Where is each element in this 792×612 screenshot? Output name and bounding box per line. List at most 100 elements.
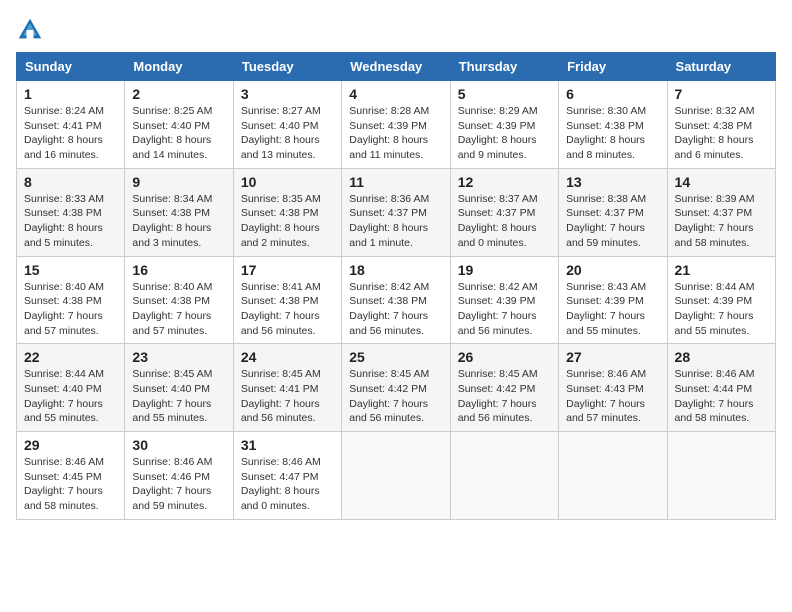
- day-info: Sunrise: 8:46 AMSunset: 4:44 PMDaylight:…: [675, 367, 768, 426]
- day-number: 7: [675, 86, 768, 102]
- day-number: 16: [132, 262, 225, 278]
- calendar-cell: [450, 432, 558, 520]
- day-number: 22: [24, 349, 117, 365]
- calendar-cell: 12 Sunrise: 8:37 AMSunset: 4:37 PMDayligh…: [450, 168, 558, 256]
- day-number: 18: [349, 262, 442, 278]
- day-info: Sunrise: 8:29 AMSunset: 4:39 PMDaylight:…: [458, 104, 551, 163]
- day-number: 26: [458, 349, 551, 365]
- days-of-week-row: SundayMondayTuesdayWednesdayThursdayFrid…: [17, 53, 776, 81]
- day-info: Sunrise: 8:40 AMSunset: 4:38 PMDaylight:…: [132, 280, 225, 339]
- header: [16, 16, 776, 44]
- calendar-cell: [559, 432, 667, 520]
- calendar-cell: 28 Sunrise: 8:46 AMSunset: 4:44 PMDayligh…: [667, 344, 775, 432]
- logo: [16, 16, 48, 44]
- day-info: Sunrise: 8:46 AMSunset: 4:43 PMDaylight:…: [566, 367, 659, 426]
- day-number: 2: [132, 86, 225, 102]
- day-of-week-header: Saturday: [667, 53, 775, 81]
- day-info: Sunrise: 8:42 AMSunset: 4:39 PMDaylight:…: [458, 280, 551, 339]
- day-info: Sunrise: 8:45 AMSunset: 4:42 PMDaylight:…: [458, 367, 551, 426]
- day-number: 11: [349, 174, 442, 190]
- day-info: Sunrise: 8:46 AMSunset: 4:46 PMDaylight:…: [132, 455, 225, 514]
- day-info: Sunrise: 8:24 AMSunset: 4:41 PMDaylight:…: [24, 104, 117, 163]
- day-number: 15: [24, 262, 117, 278]
- day-info: Sunrise: 8:34 AMSunset: 4:38 PMDaylight:…: [132, 192, 225, 251]
- calendar-cell: 21Sunrise: 8:44 AMSunset: 4:39 PMDayligh…: [667, 256, 775, 344]
- day-number: 27: [566, 349, 659, 365]
- day-info: Sunrise: 8:45 AMSunset: 4:41 PMDaylight:…: [241, 367, 334, 426]
- day-number: 3: [241, 86, 334, 102]
- calendar-header: SundayMondayTuesdayWednesdayThursdayFrid…: [17, 53, 776, 81]
- calendar-cell: [342, 432, 450, 520]
- calendar-cell: 17 Sunrise: 8:41 AMSunset: 4:38 PMDayligh…: [233, 256, 341, 344]
- day-number: 6: [566, 86, 659, 102]
- day-number: 13: [566, 174, 659, 190]
- day-number: 30: [132, 437, 225, 453]
- day-info: Sunrise: 8:46 AMSunset: 4:45 PMDaylight:…: [24, 455, 117, 514]
- day-info: Sunrise: 8:25 AMSunset: 4:40 PMDaylight:…: [132, 104, 225, 163]
- calendar-cell: 3 Sunrise: 8:27 AMSunset: 4:40 PMDaylight…: [233, 81, 341, 169]
- day-info: Sunrise: 8:45 AMSunset: 4:42 PMDaylight:…: [349, 367, 442, 426]
- calendar-cell: 29 Sunrise: 8:46 AMSunset: 4:45 PMDayligh…: [17, 432, 125, 520]
- calendar-cell: [667, 432, 775, 520]
- day-number: 4: [349, 86, 442, 102]
- day-info: Sunrise: 8:45 AMSunset: 4:40 PMDaylight:…: [132, 367, 225, 426]
- calendar-cell: 7 Sunrise: 8:32 AMSunset: 4:38 PMDaylight…: [667, 81, 775, 169]
- day-info: Sunrise: 8:43 AMSunset: 4:39 PMDaylight:…: [566, 280, 659, 339]
- day-info: Sunrise: 8:33 AMSunset: 4:38 PMDaylight:…: [24, 192, 117, 251]
- calendar-cell: 15 Sunrise: 8:40 AMSunset: 4:38 PMDayligh…: [17, 256, 125, 344]
- calendar-cell: 9Sunrise: 8:34 AMSunset: 4:38 PMDaylight…: [125, 168, 233, 256]
- day-of-week-header: Monday: [125, 53, 233, 81]
- day-number: 19: [458, 262, 551, 278]
- calendar-cell: 8 Sunrise: 8:33 AMSunset: 4:38 PMDaylight…: [17, 168, 125, 256]
- day-number: 1: [24, 86, 117, 102]
- day-number: 14: [675, 174, 768, 190]
- day-info: Sunrise: 8:28 AMSunset: 4:39 PMDaylight:…: [349, 104, 442, 163]
- logo-icon: [16, 16, 44, 44]
- calendar-cell: 24Sunrise: 8:45 AMSunset: 4:41 PMDayligh…: [233, 344, 341, 432]
- day-info: Sunrise: 8:41 AMSunset: 4:38 PMDaylight:…: [241, 280, 334, 339]
- day-info: Sunrise: 8:38 AMSunset: 4:37 PMDaylight:…: [566, 192, 659, 251]
- day-info: Sunrise: 8:46 AMSunset: 4:47 PMDaylight:…: [241, 455, 334, 514]
- calendar-cell: 22 Sunrise: 8:44 AMSunset: 4:40 PMDayligh…: [17, 344, 125, 432]
- day-of-week-header: Friday: [559, 53, 667, 81]
- calendar-cell: 16 Sunrise: 8:40 AMSunset: 4:38 PMDayligh…: [125, 256, 233, 344]
- calendar-cell: 27 Sunrise: 8:46 AMSunset: 4:43 PMDayligh…: [559, 344, 667, 432]
- day-number: 12: [458, 174, 551, 190]
- day-number: 23: [132, 349, 225, 365]
- calendar-cell: 26 Sunrise: 8:45 AMSunset: 4:42 PMDayligh…: [450, 344, 558, 432]
- day-info: Sunrise: 8:27 AMSunset: 4:40 PMDaylight:…: [241, 104, 334, 163]
- day-number: 28: [675, 349, 768, 365]
- calendar-cell: 10 Sunrise: 8:35 AMSunset: 4:38 PMDayligh…: [233, 168, 341, 256]
- day-info: Sunrise: 8:42 AMSunset: 4:38 PMDaylight:…: [349, 280, 442, 339]
- calendar-cell: 23 Sunrise: 8:45 AMSunset: 4:40 PMDayligh…: [125, 344, 233, 432]
- calendar-week-row: 29 Sunrise: 8:46 AMSunset: 4:45 PMDayligh…: [17, 432, 776, 520]
- day-info: Sunrise: 8:37 AMSunset: 4:37 PMDaylight:…: [458, 192, 551, 251]
- calendar-week-row: 22 Sunrise: 8:44 AMSunset: 4:40 PMDayligh…: [17, 344, 776, 432]
- day-of-week-header: Sunday: [17, 53, 125, 81]
- calendar-cell: 31Sunrise: 8:46 AMSunset: 4:47 PMDayligh…: [233, 432, 341, 520]
- calendar-cell: 13 Sunrise: 8:38 AMSunset: 4:37 PMDayligh…: [559, 168, 667, 256]
- calendar-cell: 30 Sunrise: 8:46 AMSunset: 4:46 PMDayligh…: [125, 432, 233, 520]
- day-number: 17: [241, 262, 334, 278]
- day-number: 5: [458, 86, 551, 102]
- day-info: Sunrise: 8:44 AMSunset: 4:40 PMDaylight:…: [24, 367, 117, 426]
- calendar-cell: 14 Sunrise: 8:39 AMSunset: 4:37 PMDayligh…: [667, 168, 775, 256]
- calendar-cell: 19 Sunrise: 8:42 AMSunset: 4:39 PMDayligh…: [450, 256, 558, 344]
- calendar-cell: 11 Sunrise: 8:36 AMSunset: 4:37 PMDayligh…: [342, 168, 450, 256]
- day-info: Sunrise: 8:40 AMSunset: 4:38 PMDaylight:…: [24, 280, 117, 339]
- day-number: 29: [24, 437, 117, 453]
- day-info: Sunrise: 8:36 AMSunset: 4:37 PMDaylight:…: [349, 192, 442, 251]
- calendar-cell: 25Sunrise: 8:45 AMSunset: 4:42 PMDayligh…: [342, 344, 450, 432]
- calendar-cell: 1 Sunrise: 8:24 AMSunset: 4:41 PMDaylight…: [17, 81, 125, 169]
- day-info: Sunrise: 8:44 AMSunset: 4:39 PMDaylight:…: [675, 280, 768, 339]
- day-number: 8: [24, 174, 117, 190]
- calendar-week-row: 15 Sunrise: 8:40 AMSunset: 4:38 PMDayligh…: [17, 256, 776, 344]
- calendar-cell: 2 Sunrise: 8:25 AMSunset: 4:40 PMDaylight…: [125, 81, 233, 169]
- day-number: 20: [566, 262, 659, 278]
- day-info: Sunrise: 8:39 AMSunset: 4:37 PMDaylight:…: [675, 192, 768, 251]
- day-number: 10: [241, 174, 334, 190]
- calendar-cell: 4 Sunrise: 8:28 AMSunset: 4:39 PMDaylight…: [342, 81, 450, 169]
- day-of-week-header: Wednesday: [342, 53, 450, 81]
- day-info: Sunrise: 8:35 AMSunset: 4:38 PMDaylight:…: [241, 192, 334, 251]
- day-info: Sunrise: 8:32 AMSunset: 4:38 PMDaylight:…: [675, 104, 768, 163]
